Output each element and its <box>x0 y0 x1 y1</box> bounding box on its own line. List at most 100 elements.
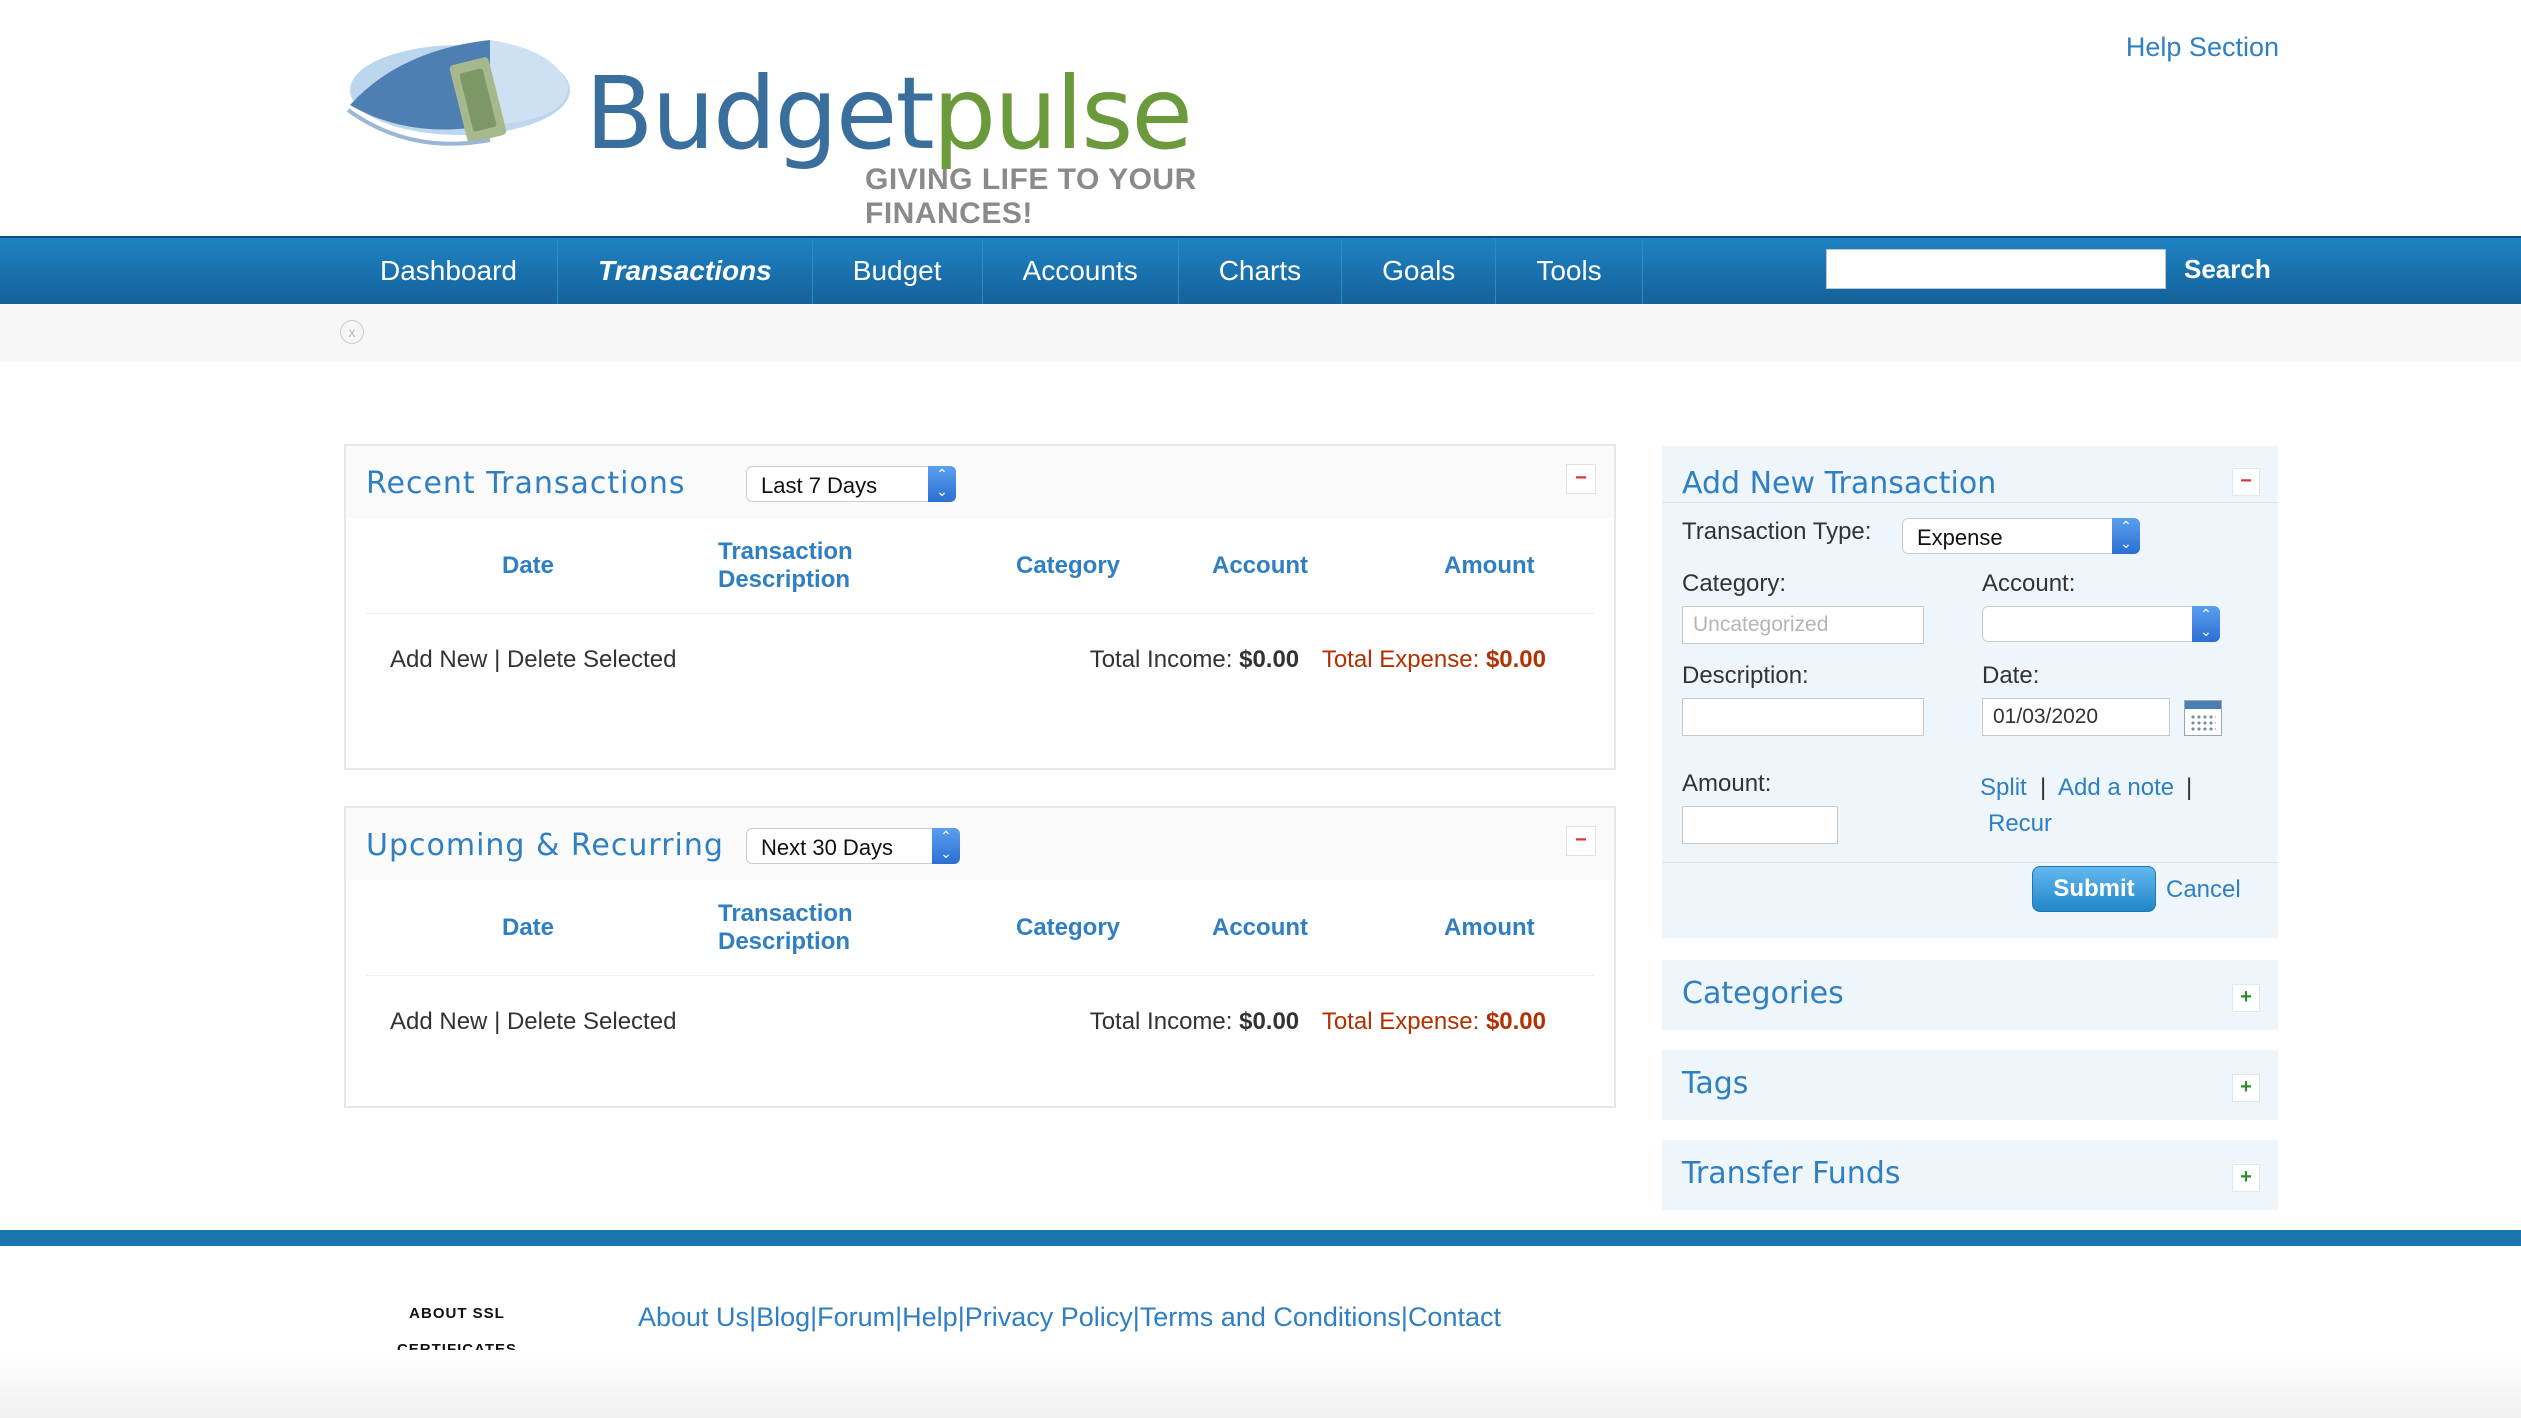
table-header: Date Transaction Description Category Ac… <box>366 518 1594 614</box>
col-account[interactable]: Account <box>1212 914 1308 942</box>
total-income-label: Total Income: <box>1089 1008 1233 1035</box>
action-separator: | <box>494 646 501 673</box>
footer-help[interactable]: Help <box>902 1302 958 1333</box>
upcoming-recurring-panel: Upcoming & Recurring Next 30 Days ⌃ ⌄ − D… <box>344 806 1616 1108</box>
col-amount[interactable]: Amount <box>1444 552 1535 580</box>
table-actions: Add New | Delete Selected <box>390 1008 676 1036</box>
link-separator: | <box>2186 774 2193 801</box>
col-date[interactable]: Date <box>502 552 554 580</box>
piggy-chart-logo-icon <box>346 40 570 146</box>
panel-footer: Add New | Delete Selected Total Income: … <box>366 614 1594 710</box>
col-category[interactable]: Category <box>1016 552 1120 580</box>
date-range-select[interactable]: Last 7 Days ⌃ ⌄ <box>746 466 956 502</box>
col-amount[interactable]: Amount <box>1444 914 1535 942</box>
brand-wordmark: Budgetpulse <box>585 64 1193 164</box>
nav-tools[interactable]: Tools <box>1496 238 1643 304</box>
date-field[interactable]: 01/03/2020 <box>1982 698 2170 736</box>
transfer-funds-box[interactable]: Transfer Funds + <box>1662 1140 2278 1210</box>
tags-box[interactable]: Tags + <box>1662 1050 2278 1120</box>
col-date[interactable]: Date <box>502 914 554 942</box>
date-range-select[interactable]: Next 30 Days ⌃ ⌄ <box>746 828 960 864</box>
footer-terms[interactable]: Terms and Conditions <box>1140 1302 1401 1333</box>
select-arrows-icon: ⌃ ⌄ <box>932 828 960 864</box>
delete-selected-link[interactable]: Delete Selected <box>507 1008 676 1035</box>
expand-plus-icon[interactable]: + <box>2232 1164 2260 1192</box>
footer-about-us[interactable]: About Us <box>638 1302 749 1333</box>
panel-title: Upcoming & Recurring <box>366 828 724 863</box>
nav-budget[interactable]: Budget <box>813 238 983 304</box>
panel-footer: Add New | Delete Selected Total Income: … <box>366 976 1594 1072</box>
collapse-minus-icon[interactable]: − <box>1566 826 1596 856</box>
account-label: Account: <box>1982 570 2076 597</box>
brand-pulse: pulse <box>932 55 1193 172</box>
col-account[interactable]: Account <box>1212 552 1308 580</box>
nav-charts[interactable]: Charts <box>1179 238 1343 304</box>
close-notice-icon[interactable]: x <box>340 320 364 344</box>
footer-blog[interactable]: Blog <box>756 1302 810 1333</box>
table-header: Date Transaction Description Category Ac… <box>366 880 1594 976</box>
delete-selected-link[interactable]: Delete Selected <box>507 646 676 673</box>
split-link[interactable]: Split <box>1980 774 2027 802</box>
nav-dashboard[interactable]: Dashboard <box>340 238 558 304</box>
search-button[interactable]: Search <box>2168 249 2287 289</box>
collapse-minus-icon[interactable]: − <box>2232 468 2260 496</box>
totals: Total Income: $0.00 Total Expense: $0.00 <box>1090 1008 1546 1036</box>
total-income-value: $0.00 <box>1239 1008 1300 1035</box>
total-expense-value: $0.00 <box>1485 646 1546 673</box>
link-separator: | <box>2040 774 2047 801</box>
date-range-value: Last 7 Days <box>761 473 878 498</box>
nav-items: Dashboard Transactions Budget Accounts C… <box>340 238 1643 304</box>
categories-title: Categories <box>1682 976 1844 1011</box>
footer-forum[interactable]: Forum <box>817 1302 895 1333</box>
nav-accounts[interactable]: Accounts <box>983 238 1179 304</box>
calendar-icon[interactable] <box>2184 700 2222 736</box>
add-new-link[interactable]: Add New <box>390 1008 487 1035</box>
total-expense-label: Total Expense: <box>1321 1008 1480 1035</box>
transaction-type-value: Expense <box>1917 525 2003 550</box>
expand-plus-icon[interactable]: + <box>2232 984 2260 1012</box>
select-arrows-icon: ⌃ ⌄ <box>928 466 956 502</box>
total-expense-value: $0.00 <box>1485 1008 1546 1035</box>
expand-plus-icon[interactable]: + <box>2232 1074 2260 1102</box>
add-note-link[interactable]: Add a note <box>2058 774 2174 802</box>
col-description[interactable]: Transaction Description <box>718 538 878 594</box>
panel-header: Upcoming & Recurring Next 30 Days ⌃ ⌄ − <box>346 808 1614 880</box>
collapse-minus-icon[interactable]: − <box>1566 464 1596 494</box>
account-select[interactable]: ⌃ ⌄ <box>1982 606 2220 642</box>
footer-privacy-policy[interactable]: Privacy Policy <box>965 1302 1133 1333</box>
footer-sep: | <box>957 1302 965 1332</box>
footer-fade <box>0 1350 2521 1418</box>
search-input[interactable] <box>1826 249 2166 289</box>
cancel-link[interactable]: Cancel <box>2166 876 2241 904</box>
add-new-link[interactable]: Add New <box>390 646 487 673</box>
select-arrows-icon: ⌃ ⌄ <box>2112 518 2140 554</box>
nav-goals[interactable]: Goals <box>1342 238 1497 304</box>
main-nav: Dashboard Transactions Budget Accounts C… <box>0 236 2521 304</box>
transfer-funds-title: Transfer Funds <box>1682 1156 1901 1191</box>
recur-link[interactable]: Recur <box>1988 810 2052 838</box>
select-arrows-icon: ⌃ ⌄ <box>2192 606 2220 642</box>
description-field[interactable] <box>1682 698 1924 736</box>
footer-contact[interactable]: Contact <box>1408 1302 1501 1333</box>
action-separator: | <box>494 1008 501 1035</box>
col-category[interactable]: Category <box>1016 914 1120 942</box>
footer-sep: | <box>810 1302 818 1332</box>
transaction-type-label: Transaction Type: <box>1682 518 1872 545</box>
submit-button[interactable]: Submit <box>2032 866 2156 912</box>
transaction-type-select[interactable]: Expense ⌃ ⌄ <box>1902 518 2140 554</box>
category-field[interactable]: Uncategorized <box>1682 606 1924 644</box>
ssl-line-1: ABOUT SSL <box>409 1305 505 1322</box>
brand-tagline: GIVING LIFE TO YOUR FINANCES! <box>865 163 1197 230</box>
category-label: Category: <box>1682 570 1787 597</box>
categories-box[interactable]: Categories + <box>1662 960 2278 1030</box>
col-description[interactable]: Transaction Description <box>718 900 878 956</box>
budgetpulse-logo[interactable]: Budgetpulse GIVING LIFE TO YOUR FINANCES… <box>340 28 1340 230</box>
help-section-link[interactable]: Help Section <box>2126 32 2279 63</box>
amount-field[interactable] <box>1682 806 1838 844</box>
total-expense-label: Total Expense: <box>1321 646 1480 673</box>
totals: Total Income: $0.00 Total Expense: $0.00 <box>1090 646 1546 674</box>
brand-budget: Budget <box>585 55 935 172</box>
amount-label: Amount: <box>1682 770 1772 797</box>
notice-bar <box>0 304 2521 362</box>
nav-transactions[interactable]: Transactions <box>558 238 813 304</box>
